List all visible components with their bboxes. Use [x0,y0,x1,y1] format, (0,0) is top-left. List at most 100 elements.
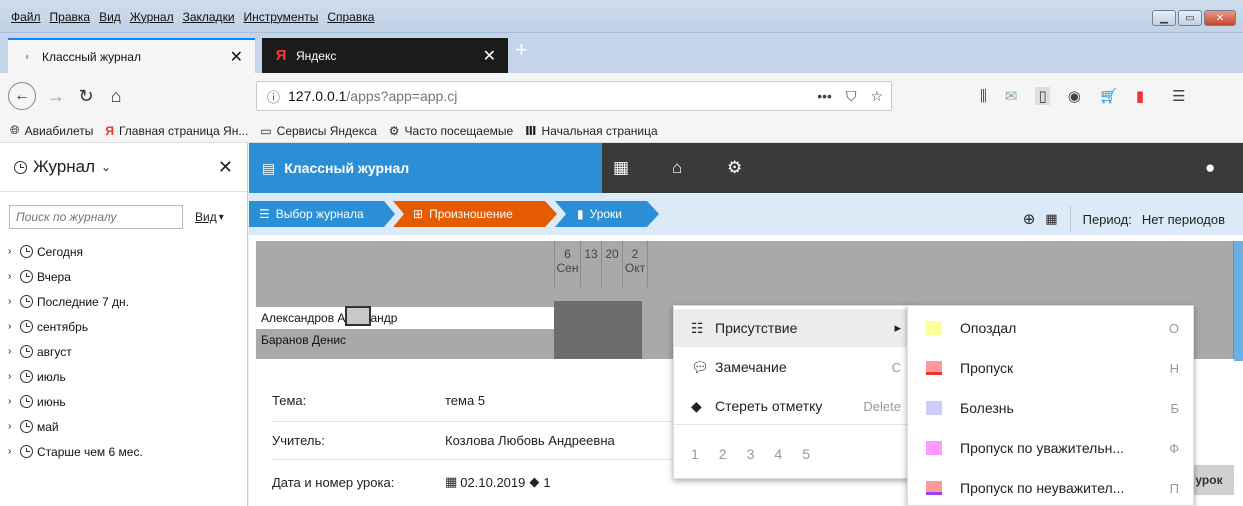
period-value[interactable]: Нет периодов [1142,212,1225,227]
chevron-down-icon[interactable]: ▾ [219,212,224,223]
more-icon[interactable]: ••• [817,88,832,105]
library-icon[interactable]: ⫼ [980,88,987,105]
reload-button[interactable]: ↻ [72,82,100,110]
chevron-right-icon: › [8,421,12,432]
new-tab-button[interactable]: + [515,37,528,63]
maximize-button[interactable]: ▭ [1178,10,1202,26]
clock-icon [20,395,33,408]
menu-help[interactable]: Справка [327,10,374,24]
clock-icon [14,160,27,174]
menu-item-attendance[interactable]: ☷ Присутствие ▸ [674,309,912,347]
bookmark-item[interactable]: 🌐︎ Авиабилеты [10,123,93,138]
menu-tools[interactable]: Инструменты [244,10,319,24]
submenu-item-unexcused-absence[interactable]: Пропуск по неуважител... П [908,468,1195,506]
pocket-icon[interactable]: ⛉ [846,88,857,105]
clock-icon [20,445,33,458]
mail-icon[interactable]: ✉ [1005,87,1018,105]
extension-icon[interactable]: ◉ [1068,87,1081,105]
forward-button[interactable]: → [42,82,70,110]
menu-history[interactable]: Журнал [130,10,174,24]
settings-icon[interactable]: ⚙ [727,158,742,178]
history-search-input[interactable] [9,205,183,229]
submenu-item-excused-absence[interactable]: Пропуск по уважительн... Ф [908,428,1195,468]
student-row[interactable]: Александров Александр [256,307,554,329]
history-group[interactable]: › май [8,414,247,439]
home-icon[interactable]: ⌂ [672,158,682,178]
date-column-header[interactable]: 20 [601,241,622,287]
back-button[interactable]: ← [8,82,36,110]
history-group[interactable]: › сентябрь [8,314,247,339]
user-icon[interactable]: ● [1205,158,1215,178]
menu-edit[interactable]: Правка [50,10,91,24]
chevron-right-icon: › [8,446,12,457]
grade-2[interactable]: 2 [719,446,727,462]
grid-icon[interactable]: ▦ [613,158,629,178]
bookmark-item[interactable]: Ⅲ Начальная страница [525,124,657,138]
close-icon[interactable]: ✕ [230,47,243,67]
teacher-value: Козлова Любовь Андреевна [445,432,615,448]
home-page-icon: Ⅲ [525,123,537,138]
window-close-button[interactable]: ✕ [1204,10,1236,26]
chevron-right-icon: › [8,346,12,357]
mark-cells[interactable] [554,301,642,359]
menu-item-remark[interactable]: 💬︎ Замечание C [674,348,912,386]
submenu-item-absence[interactable]: Пропуск Н [908,348,1195,388]
date-column-header[interactable]: 2 Окт [622,241,648,287]
student-row[interactable]: Баранов Денис [256,329,554,351]
sidebar-icon[interactable]: ▯ [1035,87,1050,105]
bookmark-item[interactable]: Я Главная страница Ян... [105,124,248,138]
scrollbar[interactable] [1233,241,1243,361]
selected-mark-cell[interactable] [345,306,371,326]
sidebar-title[interactable]: Журнал [33,157,95,177]
bookmark-item[interactable]: ⚙ Часто посещаемые [389,124,513,138]
menu-item-erase-mark[interactable]: ◆ Стереть отметку Delete [674,387,912,425]
menu-icon[interactable]: ☰ [1172,87,1185,105]
menu-view[interactable]: Вид [99,10,121,24]
star-icon[interactable]: ☆ [870,88,883,105]
history-group[interactable]: › июль [8,364,247,389]
menu-bookmarks[interactable]: Закладки [183,10,235,24]
tab-journal[interactable]: ◖ Классный журнал ✕ [8,38,255,73]
grade-5[interactable]: 5 [802,446,810,462]
info-icon[interactable]: ⓘ [267,87,280,106]
date-column-header[interactable]: 6 Сен [554,241,580,287]
context-menu: ☷ Присутствие ▸ 💬︎ Замечание C ◆ Стереть… [673,305,912,479]
date-column-header[interactable]: 13 [580,241,601,287]
tab-yandex[interactable]: Я Яндекс ✕ [262,38,508,73]
calendar-icon: ▦ [445,474,458,489]
close-icon[interactable]: ✕ [483,46,496,66]
history-group[interactable]: › Последние 7 дн. [8,289,247,314]
submenu-item-late[interactable]: Опоздал О [908,308,1195,348]
history-group[interactable]: › август [8,339,247,364]
history-group[interactable]: › июнь [8,389,247,414]
chevron-right-icon: ▸ [894,320,901,335]
grade-3[interactable]: 3 [747,446,755,462]
eraser-icon: ◆ [691,397,702,414]
view-dropdown[interactable]: Вид [195,210,217,224]
calendar-icon[interactable]: ▦ [1045,211,1057,227]
submenu-item-illness[interactable]: Болезнь Б [908,388,1195,428]
divider [1069,206,1071,232]
url-bar[interactable]: ⓘ 127.0.0.1 /apps?app=app.cj ••• ⛉ ☆ [256,81,892,111]
clock-icon [20,345,33,358]
sidebar-close-icon[interactable]: ✕ [218,157,233,178]
bookmark-item[interactable]: ▭ Сервисы Яндекса [260,124,376,138]
chevron-down-icon[interactable]: ⌄ [101,160,111,174]
breadcrumb: ☰ Выбор журнала ⊞ Произношение ▮ Уроки ⊕… [249,193,1243,235]
breadcrumb-journal-select[interactable]: ☰ Выбор журнала [249,201,395,227]
breadcrumb-subject[interactable]: ⊞ Произношение [393,201,557,227]
add-circle-icon[interactable]: ⊕ [1023,210,1036,228]
menu-file[interactable]: Файл [11,10,41,24]
grade-4[interactable]: 4 [774,446,782,462]
history-group[interactable]: › Старше чем 6 мес. [8,439,247,464]
home-button[interactable]: ⌂ [102,82,130,110]
history-group[interactable]: › Сегодня [8,239,247,264]
grade-1[interactable]: 1 [691,446,699,462]
history-group[interactable]: › Вчера [8,264,247,289]
history-sidebar: Журнал ⌄ ✕ Вид ▾ ›Сегодня ›Вчера ›Послед… [0,143,248,506]
minimize-button[interactable]: ▁ [1152,10,1176,26]
flag-icon[interactable]: ▮ [1136,87,1144,105]
cart-icon[interactable]: 🛒︎ [1099,87,1118,105]
table-icon: ⊞ [413,207,424,221]
breadcrumb-lessons[interactable]: ▮ Уроки [555,201,659,227]
